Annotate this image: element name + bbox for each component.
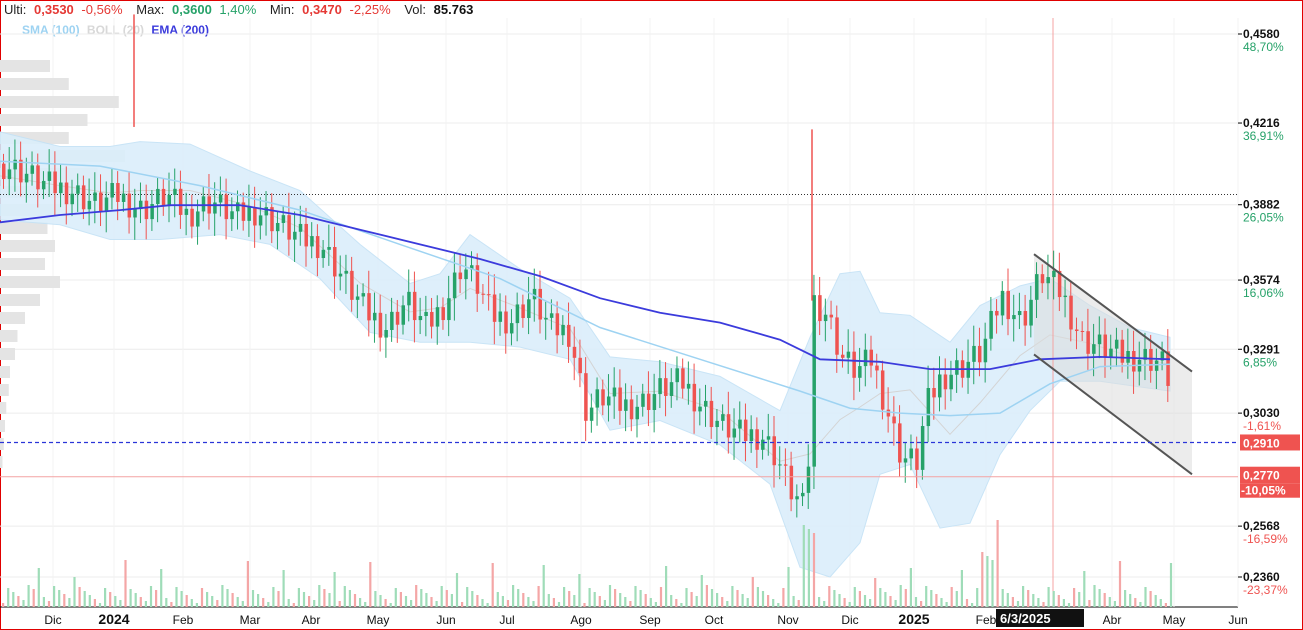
indicator-legend: SMA (100) BOLL (20) EMA (200) (22, 23, 213, 37)
chart-frame (0, 0, 1303, 630)
max-label: Max: (136, 2, 165, 17)
quote-header: Ulti: 0,3530 -0,56% Max: 0,3600 1,40% Mi… (4, 2, 477, 18)
last-label: Ulti: (4, 2, 27, 17)
max-change: 1,40% (219, 2, 257, 17)
max-value: 0,3600 (172, 2, 212, 17)
legend-boll[interactable]: BOLL (20) (87, 23, 144, 37)
min-change: -2,25% (349, 2, 391, 17)
last-value: 0,3530 (34, 2, 74, 17)
vol-label: Vol: (404, 2, 427, 17)
legend-sma[interactable]: SMA (100) (22, 23, 80, 37)
min-value: 0,3470 (302, 2, 342, 17)
vol-value: 85.763 (433, 2, 474, 17)
legend-ema[interactable]: EMA (200) (151, 23, 209, 37)
last-change: -0,56% (81, 2, 123, 17)
min-label: Min: (269, 2, 295, 17)
